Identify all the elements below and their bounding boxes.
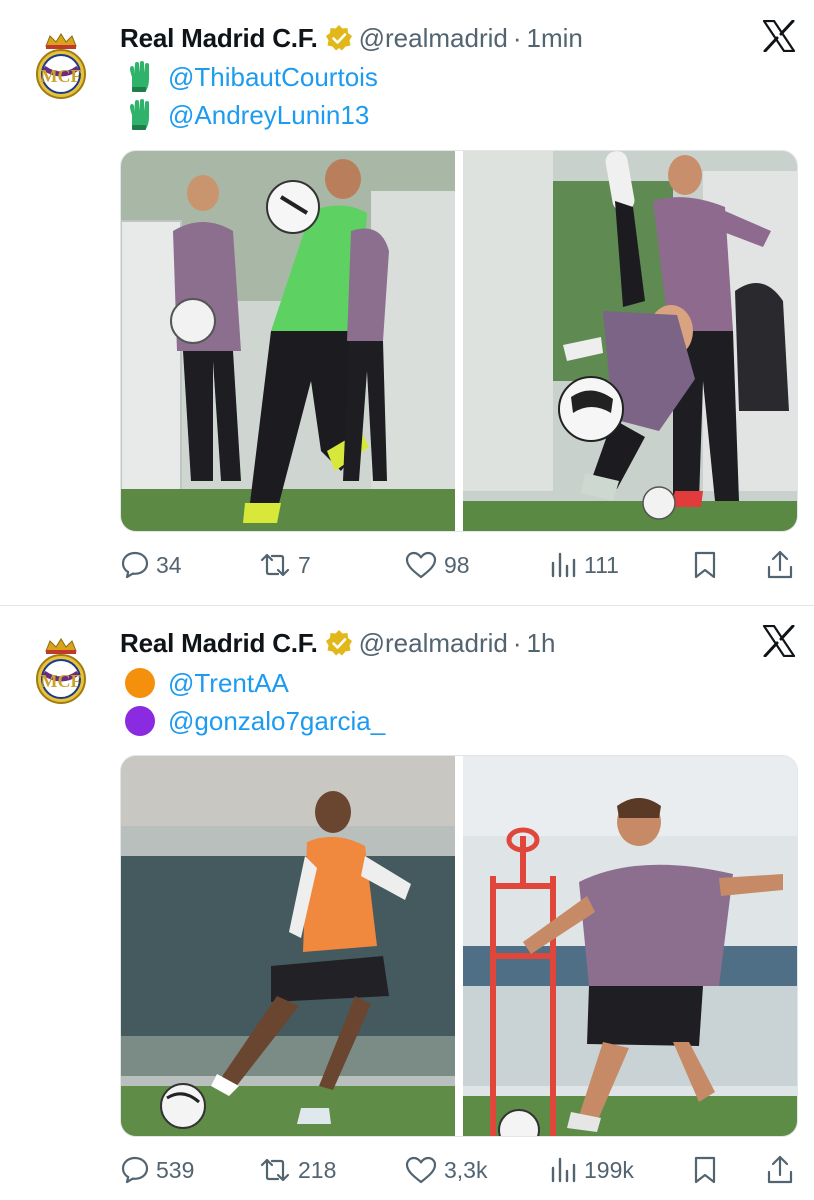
x-logo-icon[interactable]: [762, 625, 796, 657]
verified-badge-icon: [325, 25, 352, 51]
mention-link[interactable]: @gonzalo7garcia_: [168, 706, 385, 737]
purple-circle-icon: [125, 706, 155, 736]
timestamp[interactable]: 1h: [527, 628, 556, 659]
reply-icon: [121, 1156, 149, 1184]
tweet-actions: 539 218 3,3k 199k: [0, 1150, 814, 1190]
repost-count: 218: [298, 1156, 337, 1183]
views-icon: [551, 1157, 576, 1183]
tweet-card[interactable]: MCF Real Madrid C.F. @realmadrid · 1h @T…: [0, 607, 814, 1200]
separator-dot: ·: [512, 22, 522, 53]
like-button[interactable]: 3,3k: [404, 1150, 487, 1190]
tweet-header: Real Madrid C.F. @realmadrid · 1min: [120, 20, 583, 56]
like-count: 3,3k: [444, 1156, 488, 1183]
views-icon: [551, 552, 576, 578]
views-button[interactable]: 199k: [548, 1150, 634, 1190]
photo-courtois-training[interactable]: [121, 151, 455, 531]
repost-icon: [260, 1158, 290, 1182]
tweet-actions: 34 7 98 111: [0, 545, 814, 585]
x-logo-icon[interactable]: [762, 20, 796, 52]
verified-badge-icon: [325, 630, 352, 656]
reply-icon: [121, 551, 149, 579]
separator-dot: ·: [512, 627, 522, 658]
views-button[interactable]: 111: [548, 545, 619, 585]
tweet-card[interactable]: MCF Real Madrid C.F. @realmadrid · 1min …: [0, 0, 814, 606]
share-icon: [767, 550, 793, 579]
heart-icon: [405, 1156, 437, 1184]
author-handle[interactable]: @realmadrid: [359, 23, 508, 54]
repost-button[interactable]: 218: [258, 1150, 336, 1190]
like-button[interactable]: 98: [404, 545, 470, 585]
like-count: 98: [444, 551, 470, 578]
share-icon: [767, 1155, 793, 1184]
timestamp[interactable]: 1min: [527, 23, 583, 54]
real-madrid-crest-avatar[interactable]: MCF: [34, 32, 88, 100]
author-name[interactable]: Real Madrid C.F.: [120, 23, 318, 54]
media-grid: [120, 755, 798, 1137]
share-button[interactable]: [764, 1150, 796, 1190]
bookmark-button[interactable]: [690, 545, 720, 585]
tweet-text-line: @ThibautCourtois: [124, 59, 378, 95]
author-handle[interactable]: @realmadrid: [359, 628, 508, 659]
bookmark-icon: [694, 1156, 716, 1184]
photo-lunin-diving-save[interactable]: [463, 151, 797, 531]
photo-gonzalo-training[interactable]: [463, 756, 797, 1136]
reply-button[interactable]: 34: [120, 545, 182, 585]
media-grid: [120, 150, 798, 532]
share-button[interactable]: [764, 545, 796, 585]
tweet-text-line: @AndreyLunin13: [124, 97, 369, 133]
orange-circle-icon: [125, 668, 155, 698]
tweet-header: Real Madrid C.F. @realmadrid · 1h: [120, 625, 555, 661]
author-name[interactable]: Real Madrid C.F.: [120, 628, 318, 659]
real-madrid-crest-avatar[interactable]: MCF: [34, 637, 88, 705]
mention-link[interactable]: @TrentAA: [168, 668, 289, 699]
goalkeeper-glove-icon: [130, 61, 149, 92]
views-count: 111: [584, 551, 619, 578]
repost-icon: [260, 553, 290, 577]
repost-button[interactable]: 7: [258, 545, 311, 585]
reply-count: 34: [156, 551, 182, 578]
heart-icon: [405, 551, 437, 579]
photo-trent-training[interactable]: [121, 756, 455, 1136]
svg-text:MCF: MCF: [41, 671, 82, 691]
svg-text:MCF: MCF: [41, 66, 82, 86]
reply-button[interactable]: 539: [120, 1150, 194, 1190]
reply-count: 539: [156, 1156, 195, 1183]
mention-link[interactable]: @AndreyLunin13: [168, 100, 369, 131]
goalkeeper-glove-icon: [130, 99, 149, 130]
mention-link[interactable]: @ThibautCourtois: [168, 62, 378, 93]
repost-count: 7: [298, 551, 311, 578]
views-count: 199k: [584, 1156, 634, 1183]
tweet-text-line: @gonzalo7garcia_: [124, 703, 385, 739]
tweet-divider: [0, 605, 814, 606]
tweet-text-line: @TrentAA: [124, 665, 289, 701]
bookmark-button[interactable]: [690, 1150, 720, 1190]
bookmark-icon: [694, 551, 716, 579]
